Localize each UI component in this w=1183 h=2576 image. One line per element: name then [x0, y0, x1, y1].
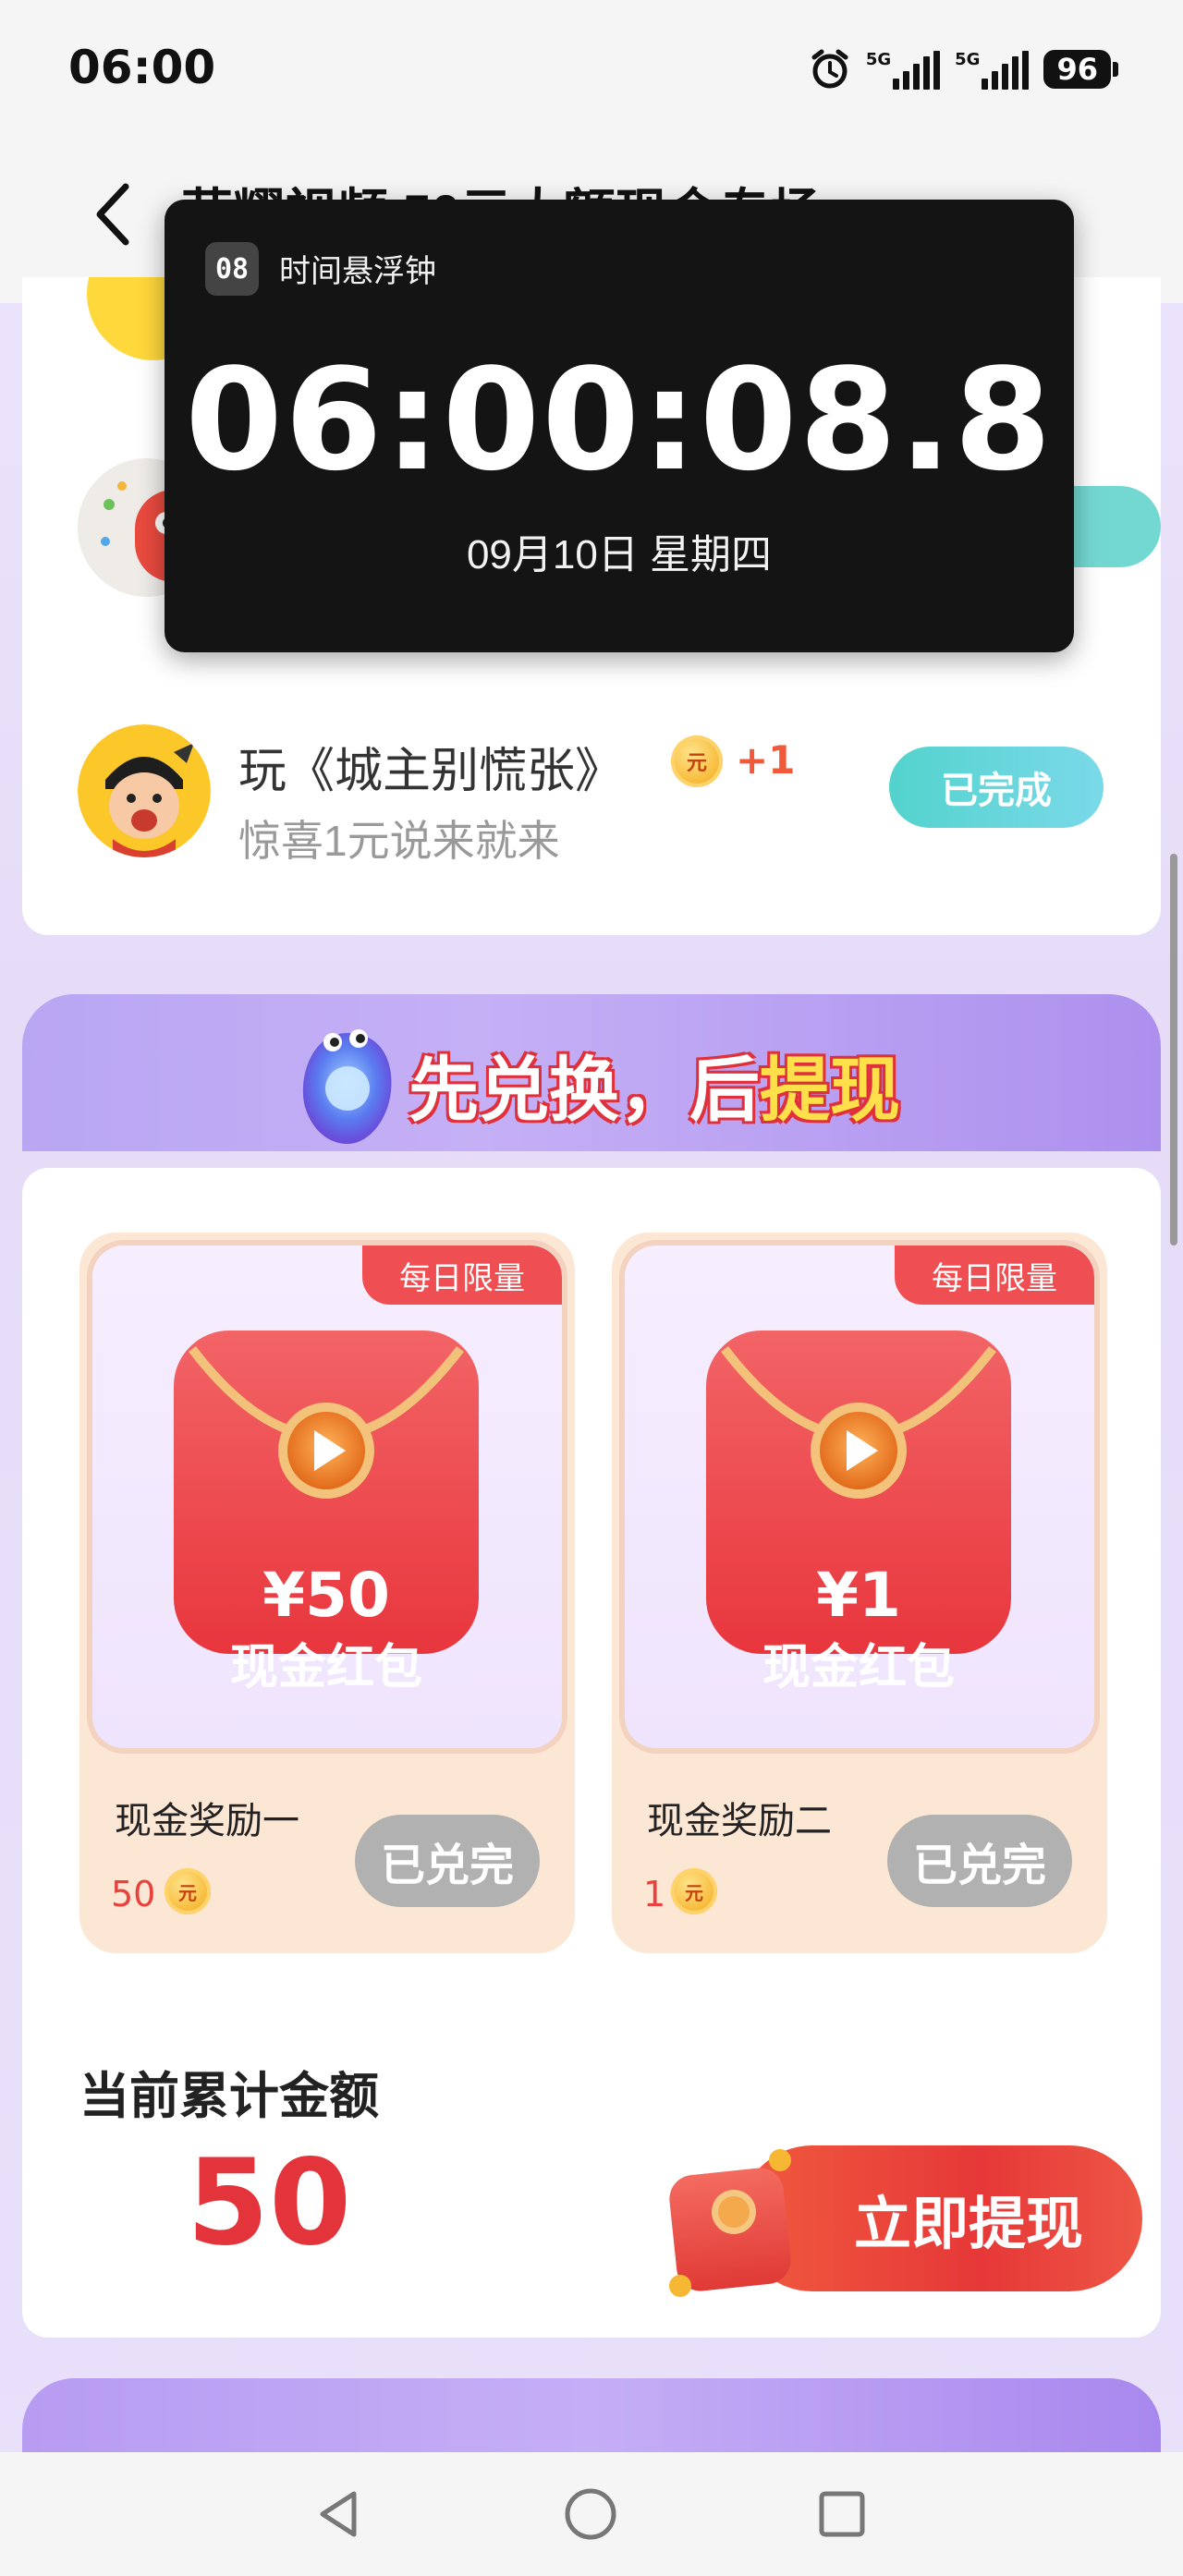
system-nav-bar — [0, 2452, 1183, 2576]
limit-tag: 每日限量 — [362, 1245, 562, 1305]
clock-app-name: 时间悬浮钟 — [279, 254, 436, 289]
exchange-banner: 先兑换，后提现 — [22, 994, 1161, 1151]
total-amount: 50 — [187, 2134, 352, 2272]
envelope-label: 现金红包 — [229, 1641, 422, 1695]
signal-1-icon: 5G — [866, 50, 941, 90]
reward-name: 现金奖励一 — [115, 1801, 299, 1841]
reward-name: 现金奖励二 — [647, 1801, 832, 1841]
task-title: 玩《城主别慌张》 — [238, 745, 624, 798]
reward-value: 50 — [111, 1874, 156, 1914]
withdraw-envelope-icon — [660, 2138, 799, 2304]
reward-value: 1 — [643, 1874, 666, 1914]
red-envelope-icon: ¥50 现金红包 — [165, 1312, 488, 1695]
clock-app-icon: 08 — [205, 242, 259, 296]
alarm-icon — [809, 48, 851, 91]
exchange-card: 每日限量 ¥50 现金红包 现金奖励一 50 元 已兑完 每日限量 ¥1 现金红… — [22, 1168, 1161, 2338]
envelope-amount: ¥1 — [816, 1560, 901, 1631]
status-icons: 5G 5G 96 — [809, 46, 1118, 92]
envelope-label: 现金红包 — [762, 1641, 955, 1695]
banner-highlight: 提现 — [760, 1051, 900, 1130]
reward-visual: 每日限量 — [619, 1240, 1100, 1754]
triangle-back-icon — [320, 2491, 357, 2537]
coin-icon: 元 — [671, 1868, 717, 1914]
redeemed-button[interactable]: 已兑完 — [887, 1815, 1072, 1907]
withdraw-button[interactable]: 立即提现 — [660, 2120, 1142, 2304]
clock-date: 09月10日 星期四 — [466, 532, 773, 577]
mascot-icon — [292, 1015, 403, 1151]
withdraw-label: 立即提现 — [739, 2145, 1142, 2291]
square-recents-icon — [819, 2491, 865, 2537]
status-bar: 06:00 5G 5G 96 — [0, 0, 1183, 139]
redeemed-button[interactable]: 已兑完 — [355, 1815, 540, 1907]
scrollbar[interactable] — [1170, 854, 1177, 1245]
clock-time: 06:00:08.8 — [185, 338, 1054, 502]
next-section-banner — [22, 2378, 1161, 2452]
back-arrow-icon — [96, 183, 129, 246]
floating-clock-widget[interactable]: 08 时间悬浮钟 06:00:08.8 09月10日 星期四 — [165, 200, 1074, 652]
nav-recents-button[interactable] — [800, 2473, 884, 2556]
task-avatar — [78, 724, 211, 857]
envelope-amount: ¥50 — [262, 1560, 390, 1631]
banner-title: 先兑换，后提现 — [409, 1051, 900, 1130]
task-subtitle: 惊喜1元说来就来 — [238, 817, 560, 865]
back-button[interactable] — [85, 177, 140, 251]
signal-2-icon: 5G — [955, 50, 1030, 90]
battery-level: 96 — [1043, 50, 1111, 89]
battery-icon: 96 — [1043, 50, 1118, 89]
reward-item-2[interactable]: 每日限量 ¥1 现金红包 现金奖励二 1 元 已兑完 — [612, 1233, 1107, 1953]
coin-icon: 元 — [671, 735, 723, 787]
nav-home-button[interactable] — [549, 2473, 632, 2556]
red-envelope-icon: ¥1 现金红包 — [697, 1312, 1020, 1695]
reward-item-1[interactable]: 每日限量 ¥50 现金红包 现金奖励一 50 元 已兑完 — [79, 1233, 575, 1953]
task-done-button[interactable]: 已完成 — [889, 747, 1104, 828]
status-time: 06:00 — [68, 41, 216, 94]
reward-visual: 每日限量 — [87, 1240, 567, 1754]
nav-back-button[interactable] — [298, 2473, 381, 2556]
task-reward: +1 — [736, 737, 796, 783]
circle-home-icon — [565, 2488, 616, 2540]
total-amount-label: 当前累计金额 — [79, 2069, 379, 2124]
limit-tag: 每日限量 — [895, 1245, 1094, 1305]
coin-icon: 元 — [165, 1868, 211, 1914]
